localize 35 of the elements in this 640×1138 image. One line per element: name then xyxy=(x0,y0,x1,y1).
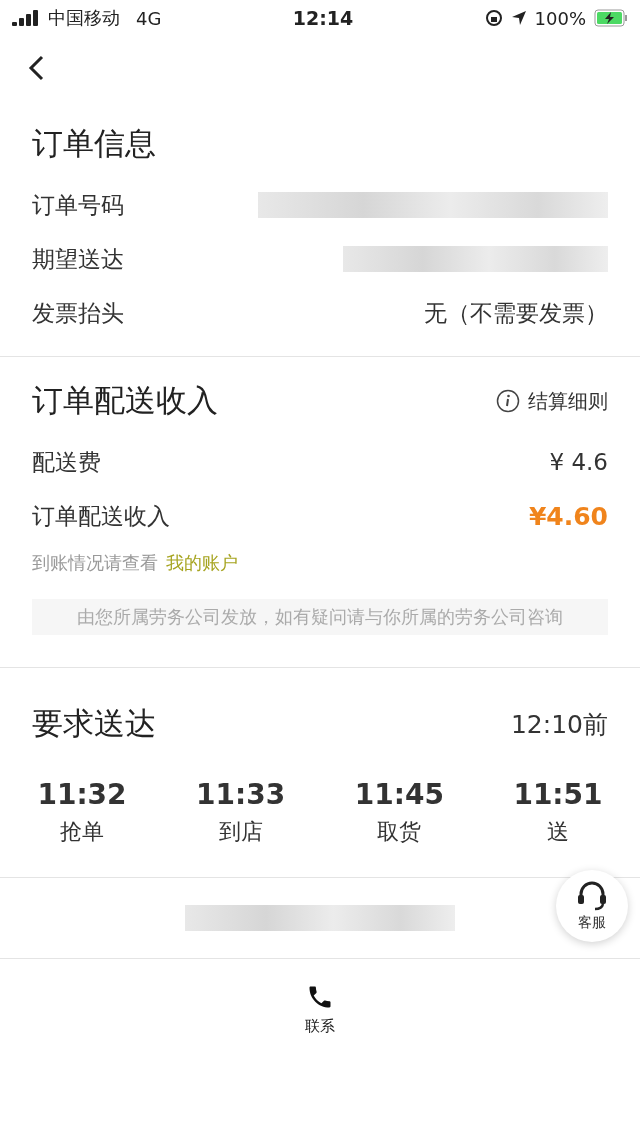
step-time: 11:45 xyxy=(354,778,444,812)
section-title: 订单配送收入 xyxy=(32,381,218,420)
step-time: 11:33 xyxy=(196,778,286,812)
section-title: 要求送达 xyxy=(32,704,156,744)
battery-charging-icon xyxy=(594,9,628,27)
section-title: 订单信息 xyxy=(32,124,156,163)
battery-percent: 100% xyxy=(534,7,586,29)
fee-label: 订单配送收入 xyxy=(32,501,170,531)
field-value: 无（不需要发票） xyxy=(424,298,608,328)
payment-notice: 由您所属劳务公司发放，如有疑问请与你所属的劳务公司咨询 xyxy=(32,599,608,636)
fee-label: 配送费 xyxy=(32,447,101,477)
network-type: 4G xyxy=(136,7,162,29)
fee-amount: ¥ 4.6 xyxy=(549,449,608,475)
step-time: 11:51 xyxy=(513,778,603,812)
headset-icon xyxy=(575,880,609,912)
deadline-time: 12:10前 xyxy=(510,708,608,741)
customer-service-button[interactable]: 客服 xyxy=(556,870,628,942)
step-label: 到店 xyxy=(218,818,263,847)
signal-icon xyxy=(12,10,40,26)
field-label: 期望送达 xyxy=(32,244,124,274)
step-label: 抢单 xyxy=(60,818,104,847)
location-arrow-icon xyxy=(510,10,527,26)
step-label: 取货 xyxy=(377,818,422,847)
clock: 12:14 xyxy=(292,7,354,29)
carrier-name: 中国移动 xyxy=(48,6,120,30)
field-label: 订单号码 xyxy=(32,190,124,220)
info-icon xyxy=(496,389,520,413)
step-time: 11:32 xyxy=(37,778,127,812)
account-hint: 到账情况请查看 xyxy=(32,551,158,575)
field-label: 发票抬头 xyxy=(32,298,124,328)
settlement-rules-link[interactable]: 结算细则 xyxy=(496,387,608,415)
step-label: 送 xyxy=(546,818,569,847)
rotation-lock-icon xyxy=(484,9,503,27)
contact-button[interactable]: 联系 xyxy=(305,983,335,1037)
fee-amount: ¥4.60 xyxy=(528,501,608,531)
